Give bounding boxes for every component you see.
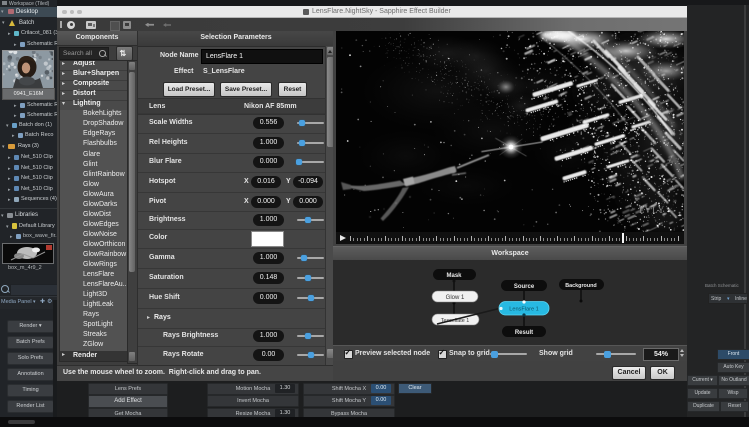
- svg-text:Result: Result: [515, 330, 533, 336]
- svg-text:Background: Background: [565, 283, 596, 289]
- svg-text:LensFlare 1: LensFlare 1: [509, 307, 539, 313]
- svg-text:Source: Source: [514, 284, 535, 290]
- svg-text:Glow 1: Glow 1: [446, 295, 465, 301]
- svg-text:Mask: Mask: [446, 273, 462, 279]
- svg-text:LVLY: LVLY: [639, 205, 665, 215]
